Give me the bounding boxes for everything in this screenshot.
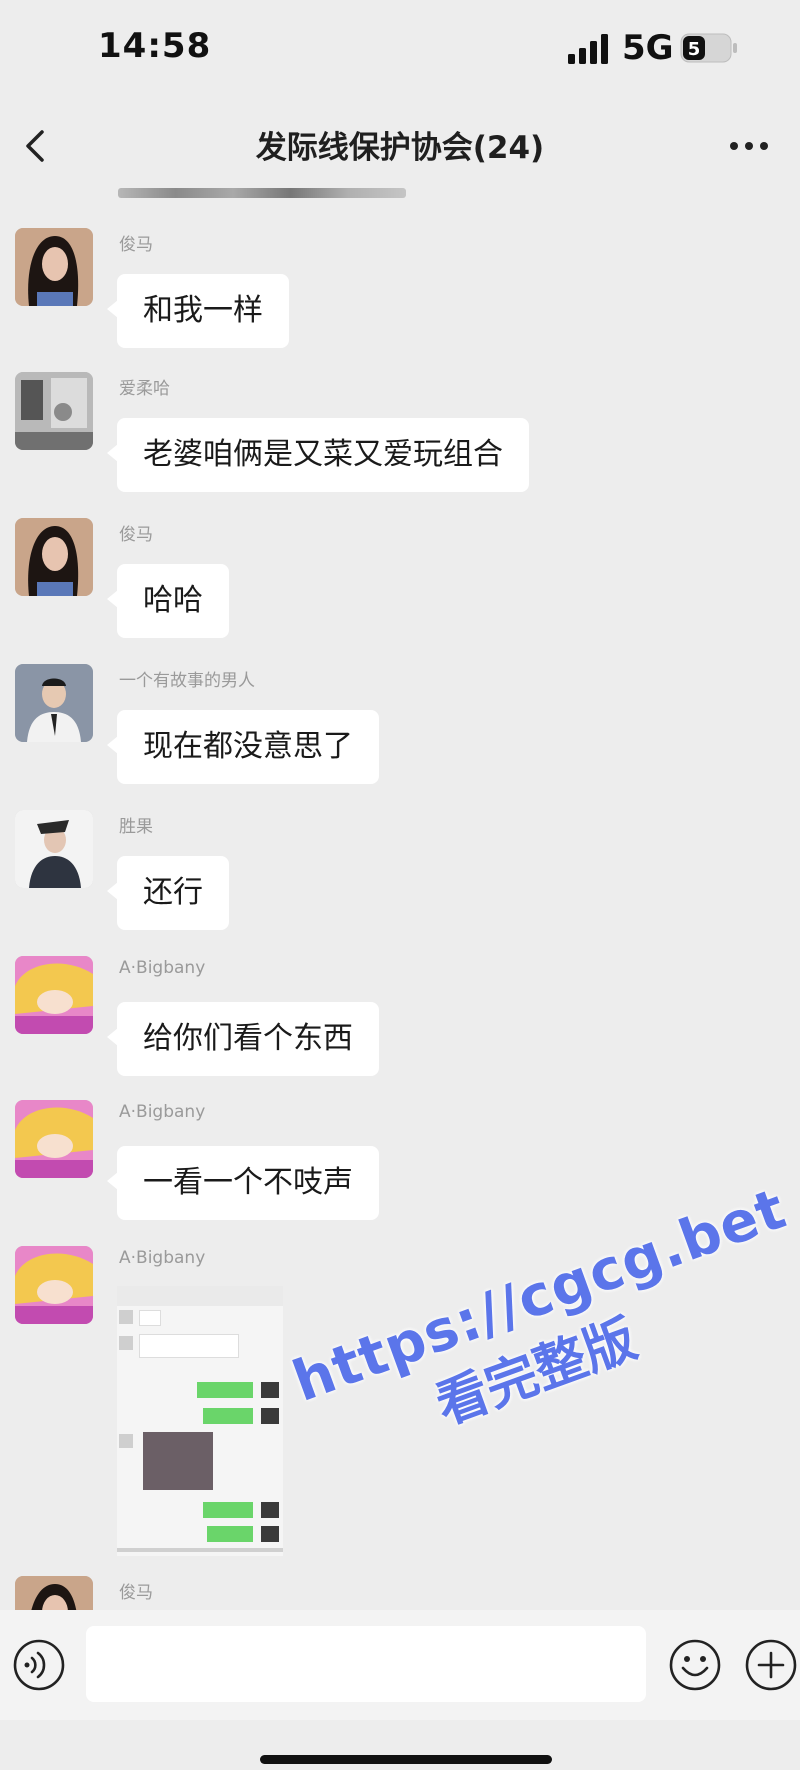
battery-level: 5 — [688, 39, 701, 60]
anime-blonde-avatar[interactable] — [15, 1246, 93, 1324]
voice-input-icon[interactable] — [12, 1638, 66, 1692]
woman-long-hair-avatar[interactable] — [15, 518, 93, 596]
message-bubble[interactable]: 和我一样 — [107, 274, 289, 348]
sender-name: 俊马 — [119, 235, 153, 255]
sender-name: A·Bigbany — [119, 958, 206, 978]
anime-blonde-avatar[interactable] — [15, 1100, 93, 1178]
message-bubble[interactable]: 哈哈 — [107, 564, 229, 638]
network-type: 5G — [622, 28, 674, 68]
signal-strength-icon — [568, 34, 608, 64]
status-bar: 14:58 5G 5 — [0, 0, 800, 100]
sender-name: 一个有故事的男人 — [119, 671, 255, 691]
sender-name: 爱柔哈 — [119, 379, 170, 399]
chat-screenshot-image[interactable] — [117, 1286, 283, 1556]
message-input[interactable] — [86, 1626, 646, 1702]
sender-name: 俊马 — [119, 525, 153, 545]
message-bubble[interactable]: 一看一个不吱声 — [107, 1146, 379, 1220]
chat-header: 发际线保护协会(24) — [0, 100, 800, 190]
truncated-message-strip — [118, 188, 406, 198]
sender-name: 胜果 — [119, 817, 153, 837]
woman-long-hair-avatar[interactable] — [15, 228, 93, 306]
chat-title: 发际线保护协会(24) — [255, 130, 545, 166]
emoji-icon[interactable] — [668, 1638, 722, 1692]
man-suit-avatar[interactable] — [15, 664, 93, 742]
message-bubble[interactable]: 现在都没意思了 — [107, 710, 379, 784]
message-bubble[interactable]: 还行 — [107, 856, 229, 930]
sender-name: A·Bigbany — [119, 1248, 206, 1268]
sender-name: A·Bigbany — [119, 1102, 206, 1122]
input-bar — [0, 1610, 800, 1720]
more-options-icon[interactable] — [724, 126, 774, 166]
woman-long-hair-avatar[interactable] — [15, 1576, 93, 1612]
message-bubble[interactable]: 给你们看个东西 — [107, 1002, 379, 1076]
person-portrait-avatar[interactable] — [15, 810, 93, 888]
anime-blonde-avatar[interactable] — [15, 956, 93, 1034]
room-photo-avatar[interactable] — [15, 372, 93, 450]
sender-name: 俊马 — [119, 1583, 153, 1603]
battery-icon: 5 — [680, 33, 737, 63]
status-time: 14:58 — [98, 26, 212, 66]
plus-icon[interactable] — [744, 1638, 798, 1692]
message-bubble[interactable]: 老婆咱俩是又菜又爱玩组合 — [107, 418, 529, 492]
home-indicator — [260, 1755, 552, 1764]
